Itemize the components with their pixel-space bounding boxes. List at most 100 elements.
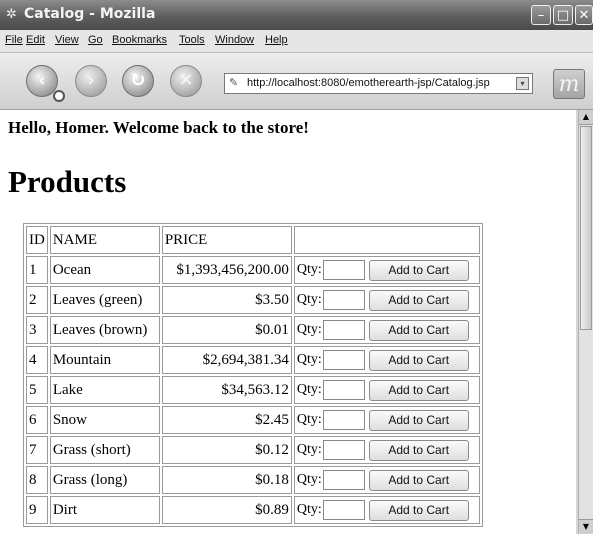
add-to-cart-button[interactable]: Add to Cart (368, 289, 469, 311)
product-actions: Qty: Add to Cart (293, 466, 480, 494)
product-actions: Qty: Add to Cart (293, 496, 480, 524)
add-to-cart-button[interactable]: Add to Cart (368, 319, 469, 341)
menu-edit[interactable]: Edit (26, 34, 45, 46)
quantity-input[interactable] (322, 260, 365, 280)
quantity-input[interactable] (322, 350, 365, 370)
quantity-input[interactable] (322, 440, 365, 460)
table-row: 5 Lake $34,563.12 Qty: Add to Cart (26, 376, 480, 404)
add-to-cart-button[interactable]: Add to Cart (368, 259, 469, 281)
column-header-name: NAME (49, 226, 160, 254)
welcome-message: Hello, Homer. Welcome back to the store! (8, 118, 309, 137)
product-name: Mountain (49, 346, 160, 374)
qty-label: Qty: (296, 442, 322, 457)
forward-arrow-icon[interactable]: › (75, 65, 107, 97)
product-id: 2 (26, 286, 48, 314)
reload-icon[interactable]: ↻ (122, 65, 154, 97)
menu-window[interactable]: Window (215, 34, 254, 46)
product-price: $34,563.12 (161, 376, 292, 404)
table-row: 6 Snow $2.45 Qty: Add to Cart (26, 406, 480, 434)
product-actions: Qty: Add to Cart (293, 406, 480, 434)
product-actions: Qty: Add to Cart (293, 436, 480, 464)
product-price: $0.89 (161, 496, 292, 524)
table-row: 1 Ocean $1,393,456,200.00 Qty: Add to Cart (26, 256, 480, 284)
page-content: Hello, Homer. Welcome back to the store!… (0, 110, 576, 534)
page-icon: ✎ (229, 76, 239, 89)
product-id: 4 (26, 346, 48, 374)
menu-file[interactable]: File (5, 34, 23, 46)
menu-view[interactable]: View (55, 34, 79, 46)
minimize-button[interactable]: – (531, 5, 551, 25)
throbber-logo-icon[interactable]: m (553, 69, 585, 99)
add-to-cart-button[interactable]: Add to Cart (368, 469, 469, 491)
quantity-input[interactable] (322, 500, 365, 520)
window-title: Catalog - Mozilla (24, 6, 156, 22)
product-name: Grass (long) (49, 466, 160, 494)
add-to-cart-button[interactable]: Add to Cart (368, 409, 469, 431)
table-header-row: ID NAME PRICE (26, 226, 480, 254)
product-id: 1 (26, 256, 48, 284)
vertical-scrollbar[interactable]: ▲ ▼ (578, 110, 593, 534)
qty-label: Qty: (296, 472, 322, 487)
product-name: Lake (49, 376, 160, 404)
scroll-up-icon[interactable]: ▲ (579, 110, 593, 125)
qty-label: Qty: (296, 322, 322, 337)
menu-bar: File Edit View Go Bookmarks Tools Window… (0, 30, 593, 53)
menu-help[interactable]: Help (265, 34, 288, 46)
product-price: $0.18 (161, 466, 292, 494)
add-to-cart-button[interactable]: Add to Cart (368, 499, 469, 521)
table-row: 2 Leaves (green) $3.50 Qty: Add to Cart (26, 286, 480, 314)
product-name: Snow (49, 406, 160, 434)
quantity-input[interactable] (322, 320, 365, 340)
product-price: $1,393,456,200.00 (161, 256, 292, 284)
product-actions: Qty: Add to Cart (293, 376, 480, 404)
product-price: $2,694,381.34 (161, 346, 292, 374)
column-header-price: PRICE (161, 226, 292, 254)
qty-label: Qty: (296, 412, 322, 427)
quantity-input[interactable] (322, 410, 365, 430)
product-id: 6 (26, 406, 48, 434)
table-row: 4 Mountain $2,694,381.34 Qty: Add to Cart (26, 346, 480, 374)
product-actions: Qty: Add to Cart (293, 256, 480, 284)
column-header-action (293, 226, 480, 254)
product-id: 7 (26, 436, 48, 464)
close-button[interactable]: ✕ (575, 5, 593, 25)
quantity-input[interactable] (322, 380, 365, 400)
products-table: ID NAME PRICE 1 Ocean $1,393,456,200.00 Qty… (23, 223, 483, 527)
qty-label: Qty: (296, 262, 322, 277)
product-actions: Qty: Add to Cart (293, 346, 480, 374)
add-to-cart-button[interactable]: Add to Cart (368, 439, 469, 461)
back-history-dropdown[interactable] (53, 90, 65, 102)
title-bar[interactable]: ✲ Catalog - Mozilla – □ ✕ (0, 0, 593, 30)
qty-label: Qty: (296, 292, 322, 307)
product-id: 3 (26, 316, 48, 344)
quantity-input[interactable] (322, 290, 365, 310)
product-price: $3.50 (161, 286, 292, 314)
table-row: 7 Grass (short) $0.12 Qty: Add to Cart (26, 436, 480, 464)
add-to-cart-button[interactable]: Add to Cart (368, 379, 469, 401)
table-row: 3 Leaves (brown) $0.01 Qty: Add to Cart (26, 316, 480, 344)
add-to-cart-button[interactable]: Add to Cart (368, 349, 469, 371)
navigation-toolbar: ‹ › ↻ ✕ ✎ http://localhost:8080/emothere… (0, 53, 593, 110)
product-price: $0.12 (161, 436, 292, 464)
table-row: 9 Dirt $0.89 Qty: Add to Cart (26, 496, 480, 524)
quantity-input[interactable] (322, 470, 365, 490)
qty-label: Qty: (296, 502, 322, 517)
table-row: 8 Grass (long) $0.18 Qty: Add to Cart (26, 466, 480, 494)
product-name: Ocean (49, 256, 160, 284)
product-name: Leaves (brown) (49, 316, 160, 344)
url-dropdown-icon[interactable]: ▾ (516, 77, 529, 90)
product-id: 8 (26, 466, 48, 494)
menu-tools[interactable]: Tools (179, 34, 205, 46)
menu-go[interactable]: Go (88, 34, 103, 46)
scroll-down-icon[interactable]: ▼ (579, 519, 593, 534)
qty-label: Qty: (296, 382, 322, 397)
stop-icon[interactable]: ✕ (170, 65, 202, 97)
product-actions: Qty: Add to Cart (293, 316, 480, 344)
url-bar[interactable]: ✎ http://localhost:8080/emotherearth-jsp… (224, 73, 533, 94)
maximize-button[interactable]: □ (553, 5, 573, 25)
column-header-id: ID (26, 226, 48, 254)
scroll-thumb[interactable] (580, 126, 592, 330)
menu-bookmarks[interactable]: Bookmarks (112, 34, 167, 46)
url-text: http://localhost:8080/emotherearth-jsp/C… (247, 77, 490, 89)
product-price: $0.01 (161, 316, 292, 344)
